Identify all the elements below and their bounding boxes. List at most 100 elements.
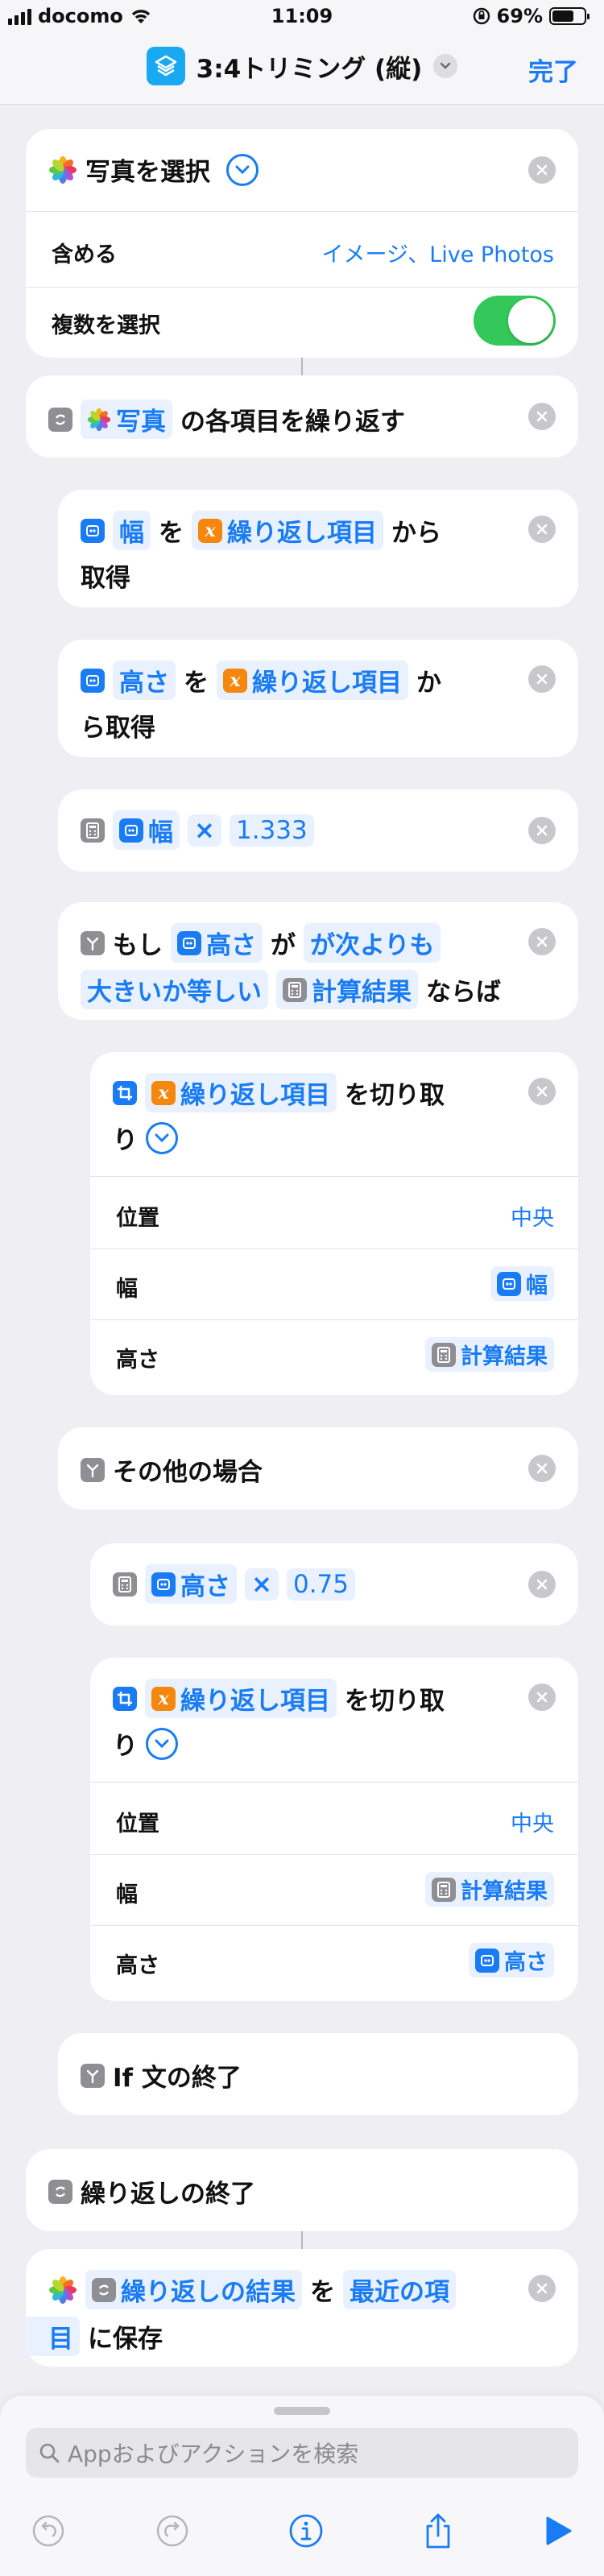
calc-result-variable[interactable]: 計算結果 [276,970,418,1009]
end-if-action[interactable]: If 文の終了 [58,2033,578,2115]
crop-icon [113,1080,137,1105]
expand-chevron-icon[interactable] [146,1727,178,1760]
remove-action-icon[interactable] [528,928,556,955]
calc-result-variable[interactable]: 計算結果 [425,1337,554,1372]
operator[interactable]: × [245,1568,279,1601]
crop-action[interactable]: x 繰り返し項目 を切り取 り 位置 中央 幅 計算結果 高さ 高さ [90,1658,578,2001]
calculator-icon [432,1877,456,1902]
image-details-icon [151,1572,176,1597]
calculate-action[interactable]: 高さ × 0.75 [90,1543,578,1626]
album-parameter[interactable]: 目 [26,2317,80,2356]
calculator-icon [283,977,307,1002]
position-value[interactable]: 中央 [511,1200,554,1232]
width-property[interactable]: 幅 [113,511,151,550]
operand-value[interactable]: 1.333 [229,814,314,847]
info-icon [289,2514,323,2548]
multiple-toggle[interactable] [474,296,556,346]
sheet-grabber[interactable] [274,2407,330,2415]
condition-part2[interactable]: 大きいか等しい [81,970,268,1009]
repeat-each-action[interactable]: 写真 の各項目を繰り返す [26,375,578,458]
crop-action[interactable]: x 繰り返し項目 を切り取 り 位置 中央 幅 幅 高さ 計算結果 [90,1052,578,1395]
multiple-label: 複数を選択 [52,313,160,338]
image-details-icon [119,818,143,843]
calc-result-variable[interactable]: 計算結果 [425,1872,554,1907]
photos-app-icon [49,155,77,184]
action-search-panel: Appおよびアクションを検索 [0,2396,604,2576]
remove-action-icon[interactable] [528,1684,556,1711]
bottom-toolbar [0,2508,604,2565]
height-label: 高さ [116,1348,159,1373]
page-title: 3:4トリミング (縦) [196,54,423,84]
position-value[interactable]: 中央 [511,1806,554,1837]
run-button[interactable] [535,2508,580,2553]
if-branch-icon [81,2063,105,2088]
battery-percent: 69% [496,5,543,27]
include-value[interactable]: イメージ、Live Photos [322,237,554,268]
repeat-icon [48,2179,72,2204]
remove-action-icon[interactable] [528,1455,556,1482]
condition-part1[interactable]: が次よりも [304,923,441,963]
save-to-album-action[interactable]: 繰り返しの結果 を 最近の項 目 に保存 [26,2249,578,2367]
height-variable[interactable]: 高さ [145,1564,237,1604]
select-photos-action[interactable]: 写真を選択 含める イメージ、Live Photos 複数を選択 [26,129,578,358]
variable-icon: x [151,1686,176,1711]
calculate-action[interactable]: 幅 × 1.333 [58,789,578,872]
variable-icon: x [223,668,247,693]
remove-action-icon[interactable] [528,403,556,430]
remove-action-icon[interactable] [528,1571,556,1598]
image-details-icon [81,518,105,543]
play-icon [546,2516,572,2545]
expand-chevron-icon[interactable] [226,153,259,186]
undo-button[interactable] [26,2508,71,2553]
shortcut-title-button[interactable]: 3:4トリミング (縦) [0,47,604,85]
operator[interactable]: × [188,814,221,847]
done-button[interactable]: 完了 [528,52,578,88]
expand-chevron-icon[interactable] [146,1121,178,1154]
width-variable[interactable]: 幅 [113,810,180,850]
remove-action-icon[interactable] [528,156,556,184]
repeat-item-variable[interactable]: x 繰り返し項目 [145,1073,337,1112]
include-label: 含める [52,242,117,267]
repeat-item-variable[interactable]: x 繰り返し項目 [192,511,383,550]
remove-action-icon[interactable] [528,665,556,693]
height-variable[interactable]: 高さ [469,1943,554,1978]
get-height-action[interactable]: 高さ を x 繰り返し項目 か ら取得 [58,640,578,757]
search-icon [39,2443,60,2463]
remove-action-icon[interactable] [528,2275,556,2302]
photos-app-icon [49,2276,77,2304]
repeat-text: の各項目を繰り返す [180,408,405,437]
calculator-icon [432,1342,456,1367]
repeat-item-variable[interactable]: x 繰り返し項目 [145,1679,337,1718]
repeat-results-variable[interactable]: 繰り返しの結果 [85,2270,302,2309]
position-label: 位置 [116,1206,159,1231]
info-button[interactable] [283,2508,329,2553]
crop-icon [113,1686,137,1711]
search-input[interactable]: Appおよびアクションを検索 [26,2428,578,2478]
redo-icon [156,2515,188,2547]
orientation-lock-icon [473,7,490,25]
remove-action-icon[interactable] [528,1078,556,1105]
image-details-icon [497,1271,521,1296]
image-details-icon [177,930,201,955]
album-parameter[interactable]: 最近の項 [343,2270,456,2309]
photos-variable[interactable]: 写真 [81,400,172,439]
repeat-icon [92,2277,116,2302]
photos-app-icon [87,408,111,431]
width-label: 幅 [116,1277,138,1302]
operand-value[interactable]: 0.75 [286,1568,356,1601]
height-variable[interactable]: 高さ [171,923,263,963]
image-details-icon [81,668,105,693]
if-action[interactable]: もし 高さ が が次よりも 大きいか等しい 計算結果 ならば [58,902,578,1020]
remove-action-icon[interactable] [528,516,556,543]
share-button[interactable] [416,2508,461,2553]
get-width-action[interactable]: 幅 を x 繰り返し項目 から 取得 [58,490,578,607]
remove-action-icon[interactable] [528,817,556,844]
repeat-item-variable[interactable]: x 繰り返し項目 [217,661,408,700]
height-property[interactable]: 高さ [113,661,176,700]
redo-button[interactable] [150,2508,195,2553]
end-repeat-action[interactable]: 繰り返しの終了 [26,2149,578,2231]
else-action[interactable]: その他の場合 [58,1427,578,1510]
if-branch-icon [81,1457,105,1482]
variable-icon: x [198,518,222,543]
width-variable[interactable]: 幅 [490,1266,554,1301]
